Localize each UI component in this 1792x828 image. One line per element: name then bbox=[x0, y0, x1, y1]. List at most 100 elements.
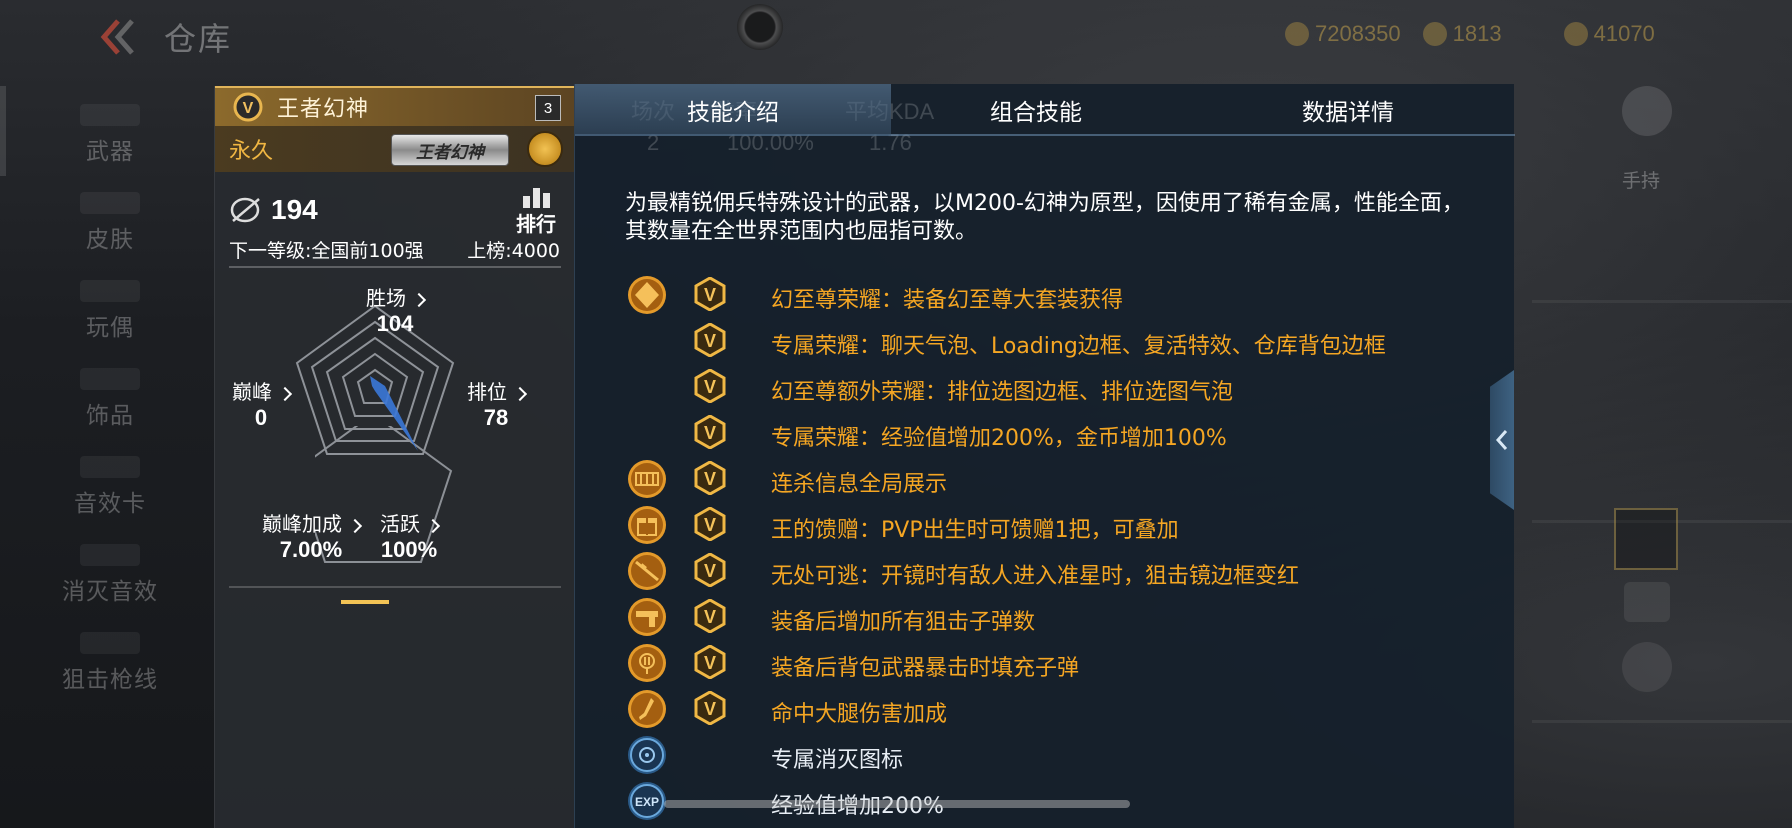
divider bbox=[229, 266, 561, 268]
feature-row: V 专属荣耀：聊天气泡、Loading边框、复活特效、仓库背包边框 bbox=[627, 318, 1487, 364]
v-rank-icon: V bbox=[693, 644, 727, 683]
radar-wins[interactable]: 胜场 104 bbox=[335, 282, 455, 337]
radar-peak-label: 巅峰 bbox=[232, 380, 272, 404]
svg-text:V: V bbox=[243, 100, 254, 117]
v-rank-icon: V bbox=[693, 460, 727, 499]
sidebar-item-label: 音效卡 bbox=[74, 491, 146, 517]
top-bar: 仓库 7208350 1813 41070 bbox=[0, 0, 1792, 78]
svg-text:V: V bbox=[704, 423, 716, 443]
sidebar-item-label: 玩偶 bbox=[86, 315, 134, 341]
divider bbox=[229, 586, 561, 588]
feature-text: 命中大腿伤害加成 bbox=[771, 702, 948, 727]
radar-ranked-label: 排位 bbox=[467, 380, 507, 404]
home-indicator-bar bbox=[664, 800, 1130, 808]
feature-text: 连杀信息全局展示 bbox=[771, 472, 948, 497]
killfeed-icon bbox=[627, 459, 667, 499]
sidebar-item-weapons[interactable]: 武器 bbox=[40, 86, 180, 166]
currency-diamond: 41070 bbox=[1563, 21, 1655, 47]
v-rank-icon: V bbox=[693, 368, 727, 407]
radar-wins-label: 胜场 bbox=[366, 286, 406, 310]
back-button[interactable] bbox=[92, 12, 144, 62]
hand-hold-label: 手持 bbox=[1622, 170, 1661, 192]
feature-text: 专属荣耀：经验值增加200%，金币增加100% bbox=[771, 426, 1227, 451]
accessory-icon bbox=[80, 368, 140, 390]
sidebar-item-label: 饰品 bbox=[86, 403, 134, 429]
chevron-left-icon bbox=[1495, 430, 1508, 450]
svg-text:V: V bbox=[704, 653, 716, 673]
radar-peak-bonus-label: 巅峰加成 bbox=[262, 512, 342, 536]
weapon-description: 为最精锐佣兵特殊设计的武器，以M200-幻神为原型，因使用了稀有金属，性能全面，… bbox=[625, 191, 1464, 244]
feature-row: V 命中大腿伤害加成 bbox=[627, 686, 1487, 732]
tab-data-details[interactable]: 数据详情 bbox=[1181, 84, 1515, 136]
feature-row: V 王的馈赠：PVP出生时可馈赠1把，可叠加 bbox=[627, 502, 1487, 548]
tab-label: 数据详情 bbox=[1302, 100, 1394, 126]
sidebar-item-accessories[interactable]: 饰品 bbox=[40, 350, 180, 430]
radar-active-label: 活跃 bbox=[380, 512, 420, 536]
feature-row: V 装备后增加所有狙击子弹数 bbox=[627, 594, 1487, 640]
speaker-icon bbox=[80, 544, 140, 566]
sidebar-item-sound-cards[interactable]: 音效卡 bbox=[40, 438, 180, 518]
currency-diamond-value: 41070 bbox=[1593, 21, 1655, 46]
radar-peak-bonus-value: 7.00% bbox=[279, 537, 343, 562]
leg-icon bbox=[627, 689, 667, 729]
weapon-info-panel: V 王者幻神 3 永久 王者幻神 194 排行 下一等级:全国前100强 上榜:… bbox=[214, 86, 575, 828]
skill-detail-panel: 场次 胜率 平均KDA 2 100.00% 1.76 技能介绍 组合技能 数据详… bbox=[574, 84, 1515, 828]
wolf-icon[interactable] bbox=[1624, 582, 1670, 622]
feature-row: V 连杀信息全局展示 bbox=[627, 456, 1487, 502]
v-rank-icon: V bbox=[693, 552, 727, 591]
weapon-title-plate: 王者幻神 bbox=[391, 134, 509, 166]
feature-row: 专属消灭图标 bbox=[627, 732, 1487, 778]
weapon-duration: 永久 bbox=[229, 139, 274, 164]
radar-peak-bonus[interactable]: 巅峰加成 7.00% bbox=[251, 508, 371, 563]
currency-gold-value: 7208350 bbox=[1315, 21, 1401, 46]
tab-skill-intro[interactable]: 技能介绍 bbox=[575, 84, 891, 136]
radar-ranked[interactable]: 排位 78 bbox=[441, 376, 551, 431]
feature-text: 专属荣耀：聊天气泡、Loading边框、复活特效、仓库背包边框 bbox=[771, 334, 1386, 359]
weapon-name: 王者幻神 bbox=[277, 97, 370, 122]
category-sidebar: 武器 皮肤 玩偶 饰品 音效卡 消灭音效 狙击枪线 bbox=[0, 86, 215, 828]
back-arrow-icon bbox=[100, 19, 134, 55]
feature-row: V 幻至尊荣耀：装备幻至尊大套装获得 bbox=[627, 272, 1487, 318]
leaderboard-label: 排行 bbox=[516, 212, 556, 236]
currency-gold: 7208350 bbox=[1285, 21, 1401, 47]
feature-text: 无处可逃：开镜时有敌人进入准星时，狙击镜边框变红 bbox=[771, 564, 1300, 589]
mask-button[interactable] bbox=[1614, 508, 1678, 570]
feature-text: 幻至尊荣耀：装备幻至尊大套装获得 bbox=[771, 288, 1124, 313]
svg-text:V: V bbox=[704, 699, 716, 719]
chevron-right-icon bbox=[277, 386, 293, 401]
chevron-right-icon bbox=[347, 518, 363, 533]
currency-voucher: 1813 bbox=[1422, 21, 1502, 47]
radar-peak[interactable]: 巅峰 0 bbox=[219, 376, 303, 431]
gift-icon bbox=[627, 505, 667, 545]
radar-peak-value: 0 bbox=[254, 405, 268, 430]
svg-text:V: V bbox=[704, 331, 716, 351]
gamepad-icon[interactable] bbox=[1622, 86, 1672, 136]
tab-combo-skills[interactable]: 组合技能 bbox=[891, 84, 1181, 136]
svg-text:V: V bbox=[704, 377, 716, 397]
diamond-currency-icon bbox=[1563, 22, 1588, 46]
leaderboard-button[interactable]: 排行 bbox=[512, 188, 560, 236]
speaker-icon bbox=[80, 456, 140, 478]
svg-text:V: V bbox=[704, 561, 716, 581]
diamond-icon bbox=[627, 275, 667, 315]
chevron-right-icon bbox=[512, 386, 528, 401]
collapse-panel-handle[interactable] bbox=[1490, 370, 1514, 510]
sniper-rifle-icon bbox=[80, 632, 140, 654]
svg-text:V: V bbox=[704, 285, 716, 305]
sidebar-item-skins[interactable]: 皮肤 bbox=[40, 174, 180, 254]
weapon-level-value: 194 bbox=[271, 194, 318, 225]
next-level-text: 下一等级:全国前100强 bbox=[229, 240, 424, 262]
feature-row: V 无处可逃：开镜时有敌人进入准星时，狙击镜边框变红 bbox=[627, 548, 1487, 594]
medal-icon[interactable] bbox=[527, 131, 563, 167]
v-rank-icon: V bbox=[233, 92, 263, 122]
radiation-icon[interactable] bbox=[1622, 642, 1672, 692]
sidebar-item-sniper-lines[interactable]: 狙击枪线 bbox=[40, 614, 180, 694]
background-stripe bbox=[1532, 720, 1792, 723]
sidebar-item-label: 狙击枪线 bbox=[62, 667, 158, 693]
sidebar-item-label: 皮肤 bbox=[86, 227, 134, 253]
sidebar-item-kill-sounds[interactable]: 消灭音效 bbox=[40, 526, 180, 606]
sniper-icon bbox=[627, 551, 667, 591]
board-requirement: 上榜:4000 bbox=[467, 240, 560, 262]
background-stripe bbox=[1532, 300, 1792, 303]
sidebar-item-dolls[interactable]: 玩偶 bbox=[40, 262, 180, 342]
